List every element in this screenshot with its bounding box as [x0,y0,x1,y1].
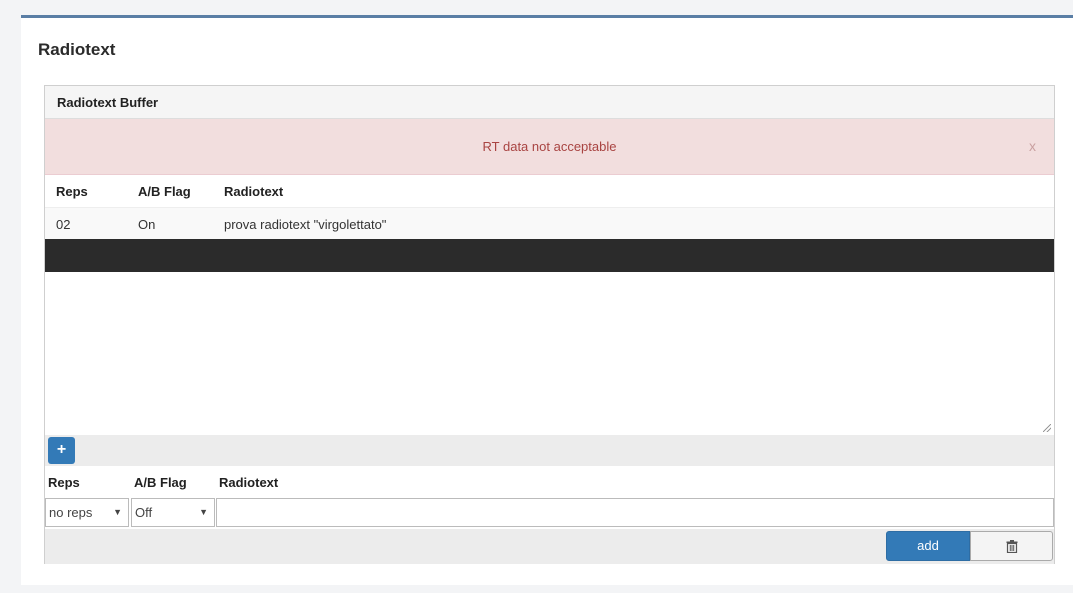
selected-row-bar[interactable] [45,239,1054,272]
cell-ab-flag: On [138,217,156,232]
trash-icon [1006,540,1018,553]
form-label-ab-flag: A/B Flag [134,475,187,490]
panel-heading: Radiotext Buffer [45,86,1054,119]
ab-flag-select[interactable]: Off ▼ [131,498,215,527]
radiotext-buffer-panel: Radiotext Buffer RT data not acceptable … [44,85,1055,564]
radiotext-card: Radiotext Radiotext Buffer RT data not a… [21,15,1073,585]
column-header-radiotext: Radiotext [224,184,284,199]
column-header-ab-flag: A/B Flag [138,184,191,199]
resize-grip-icon[interactable] [1043,424,1051,432]
add-button[interactable]: add [886,531,970,561]
alert-message: RT data not acceptable [482,139,617,154]
buffer-table: Reps A/B Flag Radiotext 02 On prova radi… [45,175,1054,239]
delete-button[interactable] [970,531,1053,561]
column-header-reps: Reps [56,184,88,199]
close-icon[interactable]: x [1029,138,1036,154]
form-toolbar: + [45,435,1054,466]
cell-radiotext: prova radiotext "virgolettato" [224,217,387,232]
table-header: Reps A/B Flag Radiotext [45,175,1054,207]
chevron-down-icon: ▼ [113,507,122,517]
radiotext-input[interactable] [216,498,1054,527]
buffer-textarea[interactable] [45,272,1054,436]
form-header: Reps A/B Flag Radiotext [45,466,1054,498]
plus-button[interactable]: + [48,437,75,464]
entry-form-row: no reps ▼ Off ▼ [45,498,1054,529]
form-label-radiotext: Radiotext [219,475,279,490]
section-title: Radiotext [38,40,116,59]
error-alert: RT data not acceptable x [45,119,1054,175]
form-label-reps: Reps [48,475,80,490]
panel-heading-title: Radiotext Buffer [57,95,159,110]
ab-flag-select-value: Off [135,505,153,520]
reps-select[interactable]: no reps ▼ [45,498,129,527]
form-footer: add [45,529,1054,564]
chevron-down-icon: ▼ [199,507,208,517]
cell-reps: 02 [56,217,71,232]
table-row[interactable]: 02 On prova radiotext "virgolettato" [45,207,1054,239]
reps-select-value: no reps [49,505,93,520]
